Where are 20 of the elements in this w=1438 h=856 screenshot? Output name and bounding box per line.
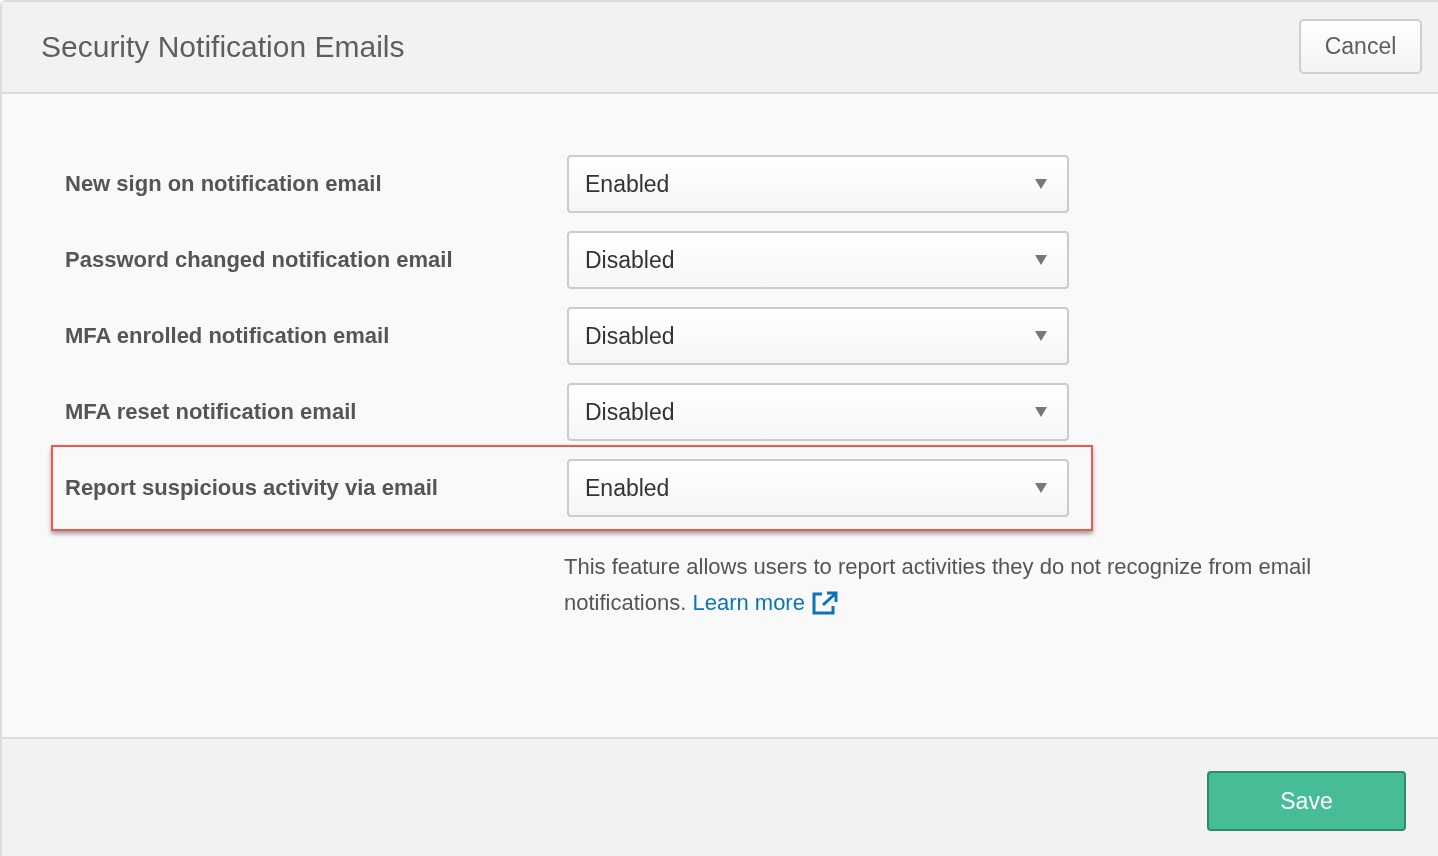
setting-label: MFA reset notification email [65,399,358,425]
caret-icon [1035,407,1047,417]
setting-label: MFA enrolled notification email [65,323,391,349]
dropdown[interactable]: Disabled [567,231,1069,289]
caret-icon [1035,255,1047,265]
external-link-icon [810,590,839,616]
description-text: This feature allows users to report activities they do not recognize from email notifications. Learn more [564,553,1313,618]
dropdown[interactable]: Enabled [567,155,1069,213]
dropdown[interactable]: Disabled [567,307,1069,365]
dialog-title: Security Notification Emails [41,30,405,64]
caret-icon [1035,179,1047,189]
dropdown[interactable]: Enabled [567,459,1069,517]
setting-label: New sign on notification email [65,171,383,197]
setting-label: Report suspicious activity via email [65,475,439,501]
learn-more-link[interactable]: Learn more [692,590,839,615]
dropdown[interactable]: Disabled [567,383,1069,441]
caret-icon [1035,483,1047,493]
cancel-button[interactable]: Cancel [1299,18,1422,74]
caret-icon [1035,331,1047,341]
setting-label: Password changed notification email [65,247,454,273]
